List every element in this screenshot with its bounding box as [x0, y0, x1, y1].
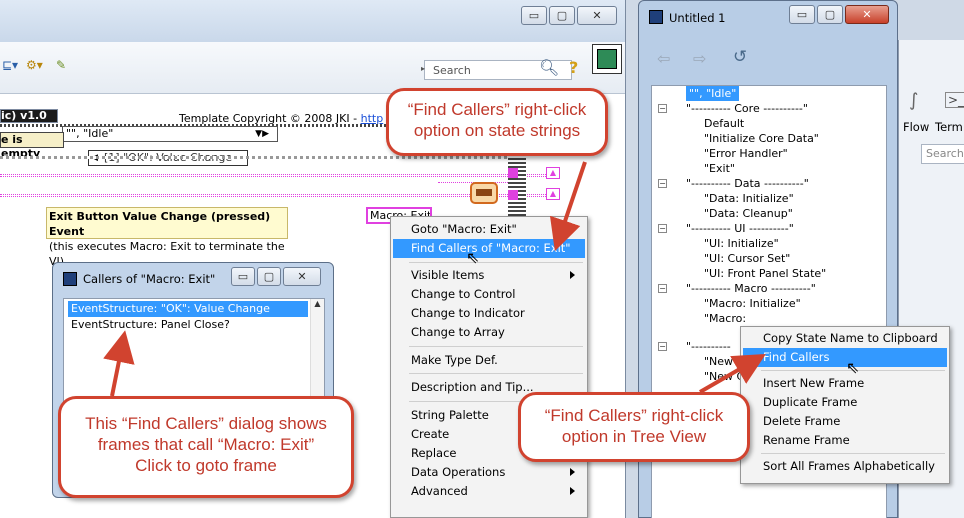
arrow-to-callers-dialog: [103, 330, 135, 397]
arrow-to-tree-menu: [699, 354, 766, 394]
callout-tree-view: “Find Callers” right-click option in Tre…: [518, 392, 750, 462]
arrow-to-context-menu: [549, 161, 587, 252]
callout-callers-dialog: This “Find Callers” dialog shows frames …: [58, 396, 354, 498]
callout-state-strings: “Find Callers” right-click option on sta…: [386, 88, 608, 156]
